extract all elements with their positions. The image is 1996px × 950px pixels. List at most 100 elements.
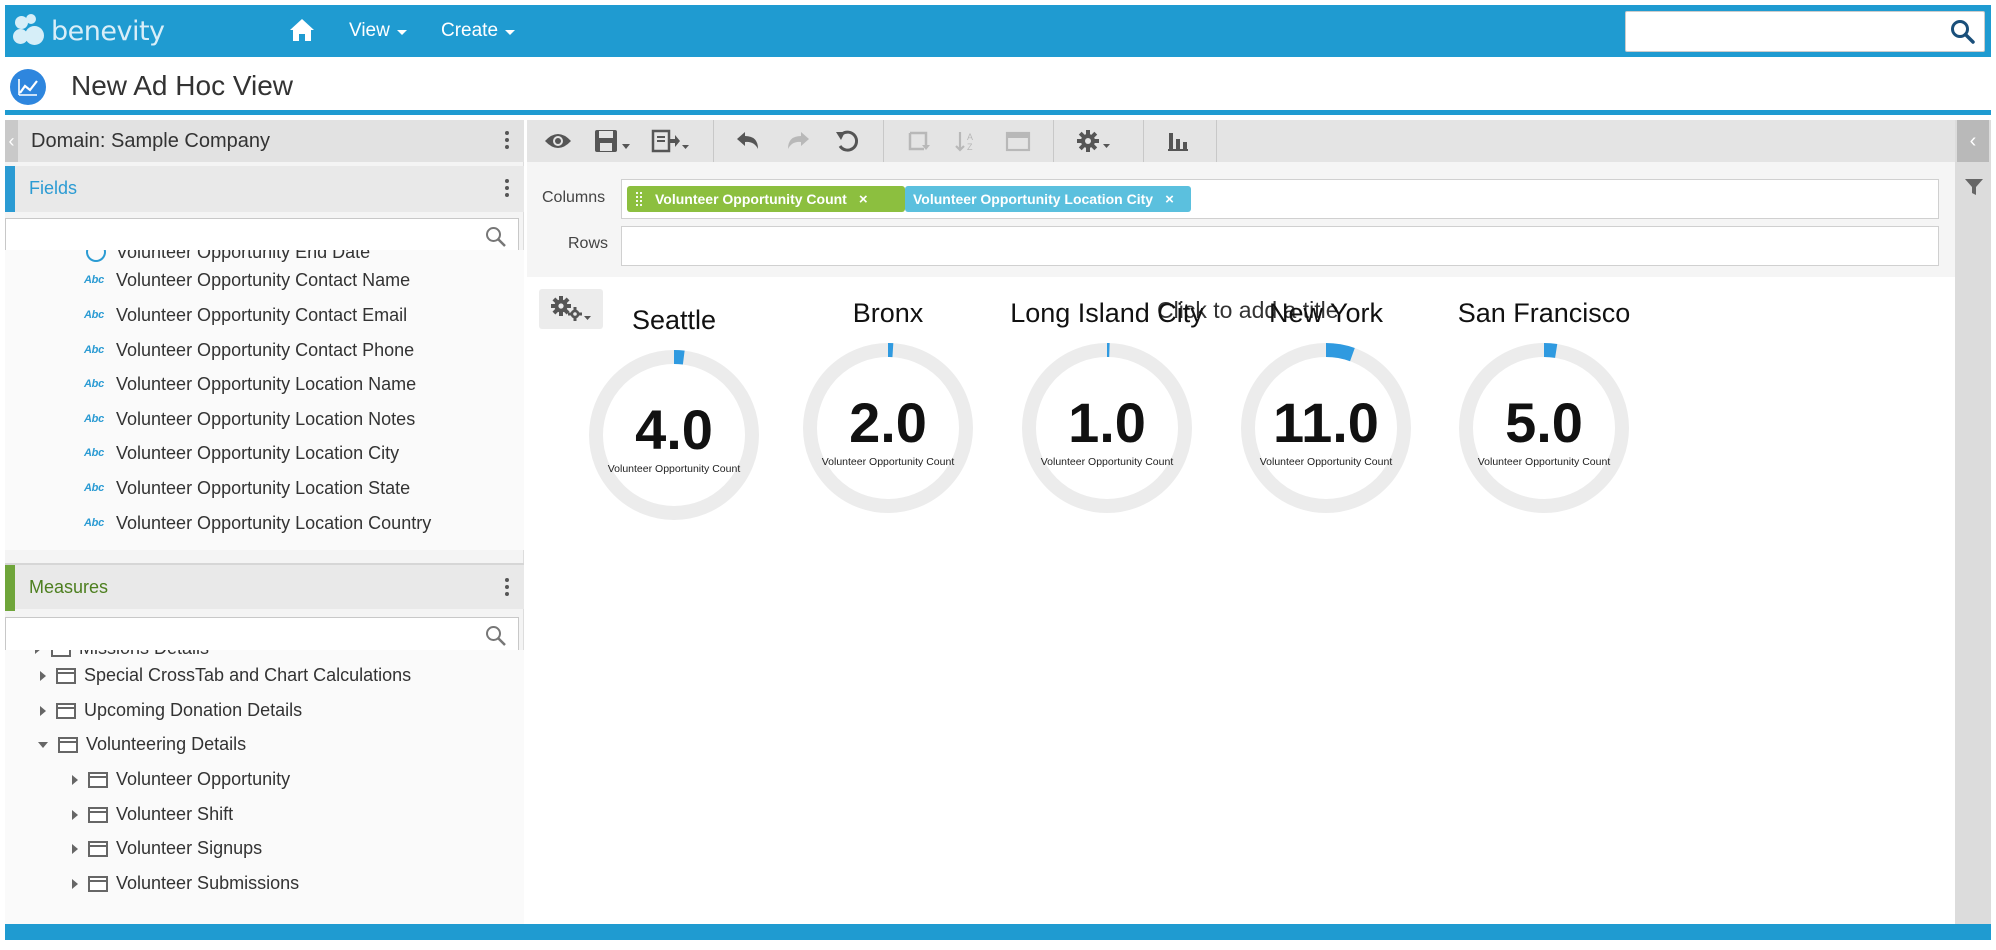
column-pill-count[interactable]: Volunteer Opportunity Count ×: [627, 186, 905, 212]
expand-icon[interactable]: [72, 843, 78, 854]
editor-toolbar: AZ: [527, 120, 1955, 162]
column-pill-city[interactable]: Volunteer Opportunity Location City ×: [905, 186, 1191, 212]
gauge-metric-caption: Volunteer Opportunity Count: [607, 463, 741, 475]
page-title: New Ad Hoc View: [71, 70, 294, 101]
expand-icon[interactable]: [40, 705, 46, 716]
measures-tree: Missions Details Special CrossTab and Ch…: [5, 650, 524, 924]
logo-mark-icon: [13, 14, 47, 48]
text-field-icon: Abc: [84, 378, 104, 390]
gauge-value-label: 4.0: [635, 398, 713, 461]
table-icon: [88, 806, 108, 823]
remove-pill-icon[interactable]: ×: [1165, 191, 1174, 208]
text-field-icon: Abc: [84, 344, 104, 356]
field-item[interactable]: Abc Volunteer Opportunity Location Name: [84, 374, 416, 395]
svg-text:A: A: [967, 132, 973, 142]
rows-label: Rows: [568, 235, 609, 252]
nav-create-menu[interactable]: Create: [441, 20, 516, 42]
adhoc-chart-icon: [10, 69, 46, 105]
footer-bar: [5, 924, 1991, 940]
remove-pill-icon[interactable]: ×: [859, 191, 868, 208]
search-icon[interactable]: [484, 225, 508, 249]
chart-canvas: Click to add a title Seattle 4.0 Volunteer…: [527, 277, 1955, 924]
domain-header: ‹ Domain: Sample Company: [5, 120, 524, 162]
table-icon: [88, 771, 108, 788]
gauge-value-label: 11.0: [1273, 391, 1379, 454]
benevity-logo[interactable]: benevity: [13, 13, 165, 49]
field-item[interactable]: Abc Volunteer Opportunity Location Countr…: [84, 513, 431, 534]
tree-node[interactable]: Volunteer Signups: [72, 838, 262, 859]
filters-panel-collapsed: ‹: [1955, 120, 1991, 924]
expand-icon[interactable]: [35, 650, 41, 654]
domain-title: Domain: Sample Company: [31, 130, 270, 152]
chevron-down-icon: [396, 30, 407, 35]
pivot-icon: [903, 127, 933, 155]
drag-handle-icon[interactable]: [635, 191, 643, 207]
measures-menu-icon[interactable]: [504, 578, 510, 596]
tree-node[interactable]: Volunteer Opportunity: [72, 769, 290, 790]
field-item[interactable]: Volunteer Opportunity End Date: [86, 250, 370, 263]
text-field-icon: Abc: [84, 274, 104, 286]
search-icon[interactable]: [1950, 19, 1976, 45]
gauge-metric-caption: Volunteer Opportunity Count: [1477, 456, 1611, 468]
nav-create-label: Create: [441, 20, 499, 41]
home-icon[interactable]: [288, 17, 316, 43]
field-item[interactable]: Abc Volunteer Opportunity Contact Name: [84, 270, 410, 291]
fields-search-input[interactable]: [5, 218, 519, 254]
table-icon: [51, 650, 71, 657]
tree-node[interactable]: Upcoming Donation Details: [40, 700, 302, 721]
gauge-metric-caption: Volunteer Opportunity Count: [1259, 456, 1393, 468]
top-navigation-bar: benevity View Create: [5, 5, 1991, 57]
fields-menu-icon[interactable]: [504, 179, 510, 197]
text-field-icon: Abc: [84, 482, 104, 494]
svg-text:Z: Z: [967, 142, 973, 152]
global-search-input[interactable]: [1625, 11, 1985, 52]
table-icon: [88, 875, 108, 892]
tree-node[interactable]: Volunteer Shift: [72, 804, 233, 825]
tree-node[interactable]: Volunteering Details: [38, 734, 246, 755]
search-icon[interactable]: [484, 624, 508, 648]
undo-icon[interactable]: [733, 127, 763, 155]
eye-icon[interactable]: [543, 127, 573, 155]
tree-node[interactable]: Volunteer Submissions: [72, 873, 299, 894]
rows-drop-zone[interactable]: [621, 226, 1939, 266]
domain-menu-icon[interactable]: [504, 131, 510, 149]
nav-view-label: View: [349, 20, 390, 41]
measures-search-input[interactable]: [5, 617, 519, 653]
field-item[interactable]: Abc Volunteer Opportunity Contact Phone: [84, 340, 414, 361]
fields-tree: Volunteer Opportunity End Date Abc Volunt…: [5, 250, 524, 550]
expand-icon[interactable]: [72, 774, 78, 785]
field-item[interactable]: Abc Volunteer Opportunity Location State: [84, 478, 410, 499]
export-icon[interactable]: [651, 127, 691, 155]
undo-all-icon[interactable]: [833, 127, 863, 155]
table-icon: [88, 840, 108, 857]
expand-icon[interactable]: [40, 670, 46, 681]
field-item[interactable]: Abc Volunteer Opportunity Contact Email: [84, 305, 407, 326]
tree-node[interactable]: Missions Details: [35, 650, 209, 659]
gauge-value-label: 2.0: [849, 391, 927, 454]
bar-chart-icon[interactable]: [1163, 127, 1193, 155]
field-item[interactable]: Abc Volunteer Opportunity Location Notes: [84, 409, 415, 430]
columns-drop-zone[interactable]: Volunteer Opportunity Count × Volunteer …: [621, 179, 1939, 219]
fields-section-header[interactable]: Fields: [5, 166, 524, 212]
tree-node[interactable]: Special CrossTab and Chart Calculations: [40, 665, 411, 686]
field-item[interactable]: Abc Volunteer Opportunity Location City: [84, 443, 399, 464]
filter-icon[interactable]: [1964, 177, 1984, 197]
fields-section-label: Fields: [29, 178, 78, 198]
save-icon[interactable]: [593, 127, 633, 155]
sort-icon: AZ: [953, 127, 983, 155]
gear-icon[interactable]: [1075, 127, 1115, 155]
collapse-left-panel-button[interactable]: ‹: [5, 120, 18, 162]
measures-section-header[interactable]: Measures: [5, 563, 524, 611]
expand-filters-button[interactable]: ‹: [1957, 120, 1989, 162]
data-source-panel: ‹ Domain: Sample Company Fields Voluntee…: [5, 120, 524, 924]
measures-section-label: Measures: [29, 577, 109, 597]
table-icon: [58, 736, 78, 753]
expand-icon[interactable]: [72, 878, 78, 889]
text-field-icon: Abc: [84, 517, 104, 529]
text-field-icon: Abc: [84, 447, 104, 459]
expand-icon[interactable]: [72, 809, 78, 820]
nav-view-menu[interactable]: View: [349, 20, 407, 42]
collapse-icon[interactable]: [38, 741, 48, 748]
redo-icon: [783, 127, 813, 155]
gauge-metric-caption: Volunteer Opportunity Count: [1040, 456, 1174, 468]
